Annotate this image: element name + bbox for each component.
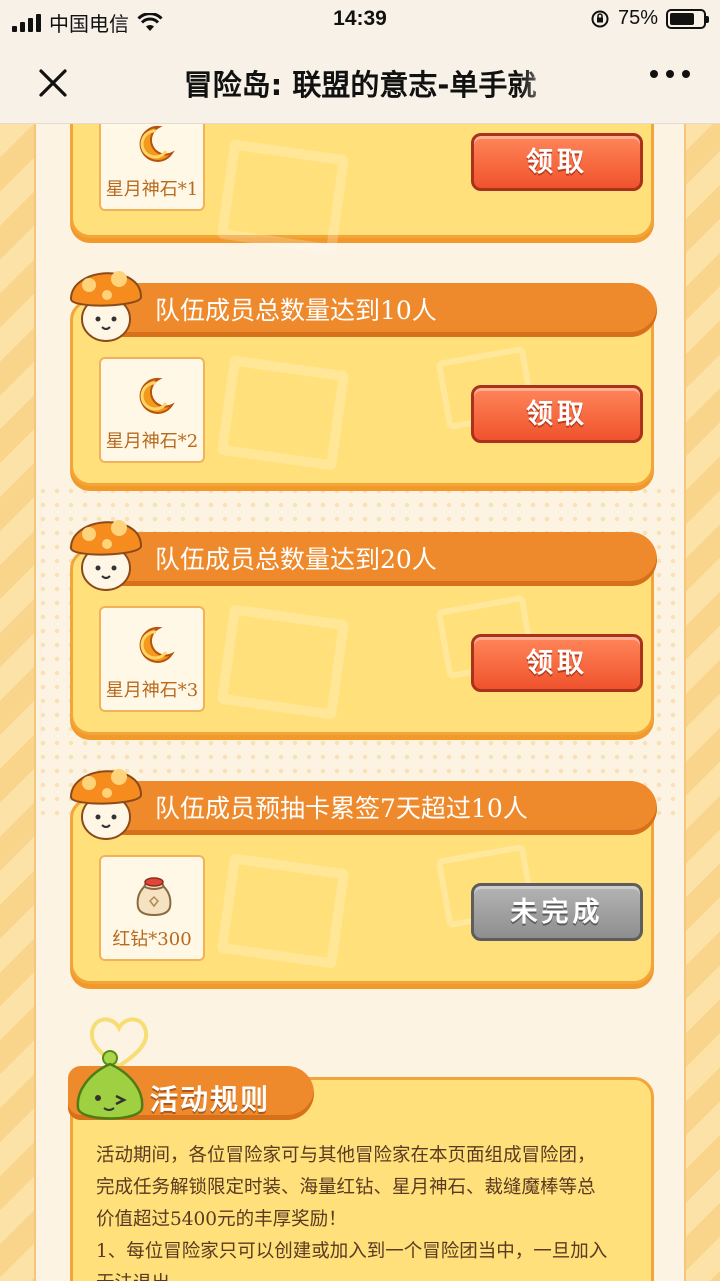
task-card: 队伍成员预抽卡累签7天超过10人 红钻*300 未完成 [69, 769, 657, 984]
claim-button[interactable]: 领取 [471, 133, 643, 191]
incomplete-button[interactable]: 未完成 [471, 883, 643, 941]
card-decoration [216, 355, 350, 471]
task-title: 队伍成员预抽卡累签7天超过10人 [155, 794, 528, 823]
battery-percent: 75% [617, 7, 658, 29]
orange-mushroom-icon [69, 520, 143, 591]
battery-icon [666, 8, 709, 29]
task-card: 队伍成员总数量达到10人 星月神石*2 领取 [69, 271, 657, 486]
status-bar: 中国电信 14:39 75% [0, 0, 720, 40]
orange-mushroom-icon [69, 769, 143, 840]
close-icon[interactable] [28, 58, 78, 108]
card-decoration [216, 853, 350, 969]
task-card: 星月神石*1 领取 [70, 124, 654, 255]
rules-line: 完成任务解锁限定时装、海量红钻、星月神石、裁缝魔棒等总 [96, 1177, 596, 1198]
task-title: 队伍成员总数量达到10人 [155, 296, 437, 325]
rules-title: 活动规则 [150, 1083, 271, 1116]
moon-stone-icon [139, 125, 175, 162]
claim-button[interactable]: 领取 [471, 385, 643, 443]
card-decoration [216, 604, 350, 720]
more-icon[interactable] [650, 70, 690, 78]
moon-stone-icon [139, 377, 175, 414]
red-diamond-bag-icon [136, 877, 172, 917]
green-slime-icon [76, 1050, 144, 1120]
reward-label: 星月神石*1 [105, 179, 199, 200]
page-title: 冒险岛: 联盟的意志-单手就 [183, 68, 537, 102]
task-title: 队伍成员总数量达到20人 [155, 545, 437, 574]
page-content: 星月神石*1 领取 队伍成员总数量达到10人 星月神石*2 领取 队伍成员总数量… [0, 124, 720, 1281]
reward-box: 红钻*300 [99, 855, 205, 961]
card-decoration [216, 139, 350, 255]
reward-box: 星月神石*1 [99, 124, 205, 211]
rotation-lock-icon [591, 10, 609, 27]
rules-text: 活动期间，各位冒险家可与其他冒险家在本页面组成冒险团， 完成任务解锁限定时装、海… [96, 1140, 636, 1281]
nav-bar: 冒险岛: 联盟的意志-单手就 [0, 40, 720, 124]
reward-label: 星月神石*2 [105, 431, 199, 452]
rules-line: 活动期间，各位冒险家可与其他冒险家在本页面组成冒险团， [96, 1145, 596, 1166]
rules-line: 价值超过5400元的丰厚奖励！ [96, 1209, 347, 1230]
reward-box: 星月神石*2 [99, 357, 205, 463]
reward-label: 星月神石*3 [105, 680, 199, 701]
rules-line: 无法退出 [96, 1268, 636, 1281]
status-right: 75% [590, 7, 709, 30]
orange-mushroom-icon [69, 271, 143, 342]
reward-box: 星月神石*3 [99, 606, 205, 712]
task-card: 队伍成员总数量达到20人 星月神石*3 领取 [69, 520, 657, 735]
claim-button[interactable]: 领取 [471, 634, 643, 692]
battery-fill [670, 12, 694, 25]
moon-stone-icon [139, 626, 175, 663]
rules-line: 1、每位冒险家只可以创建或加入到一个冒险团当中，一旦加入 [96, 1241, 608, 1262]
reward-label: 红钻*300 [112, 929, 192, 950]
